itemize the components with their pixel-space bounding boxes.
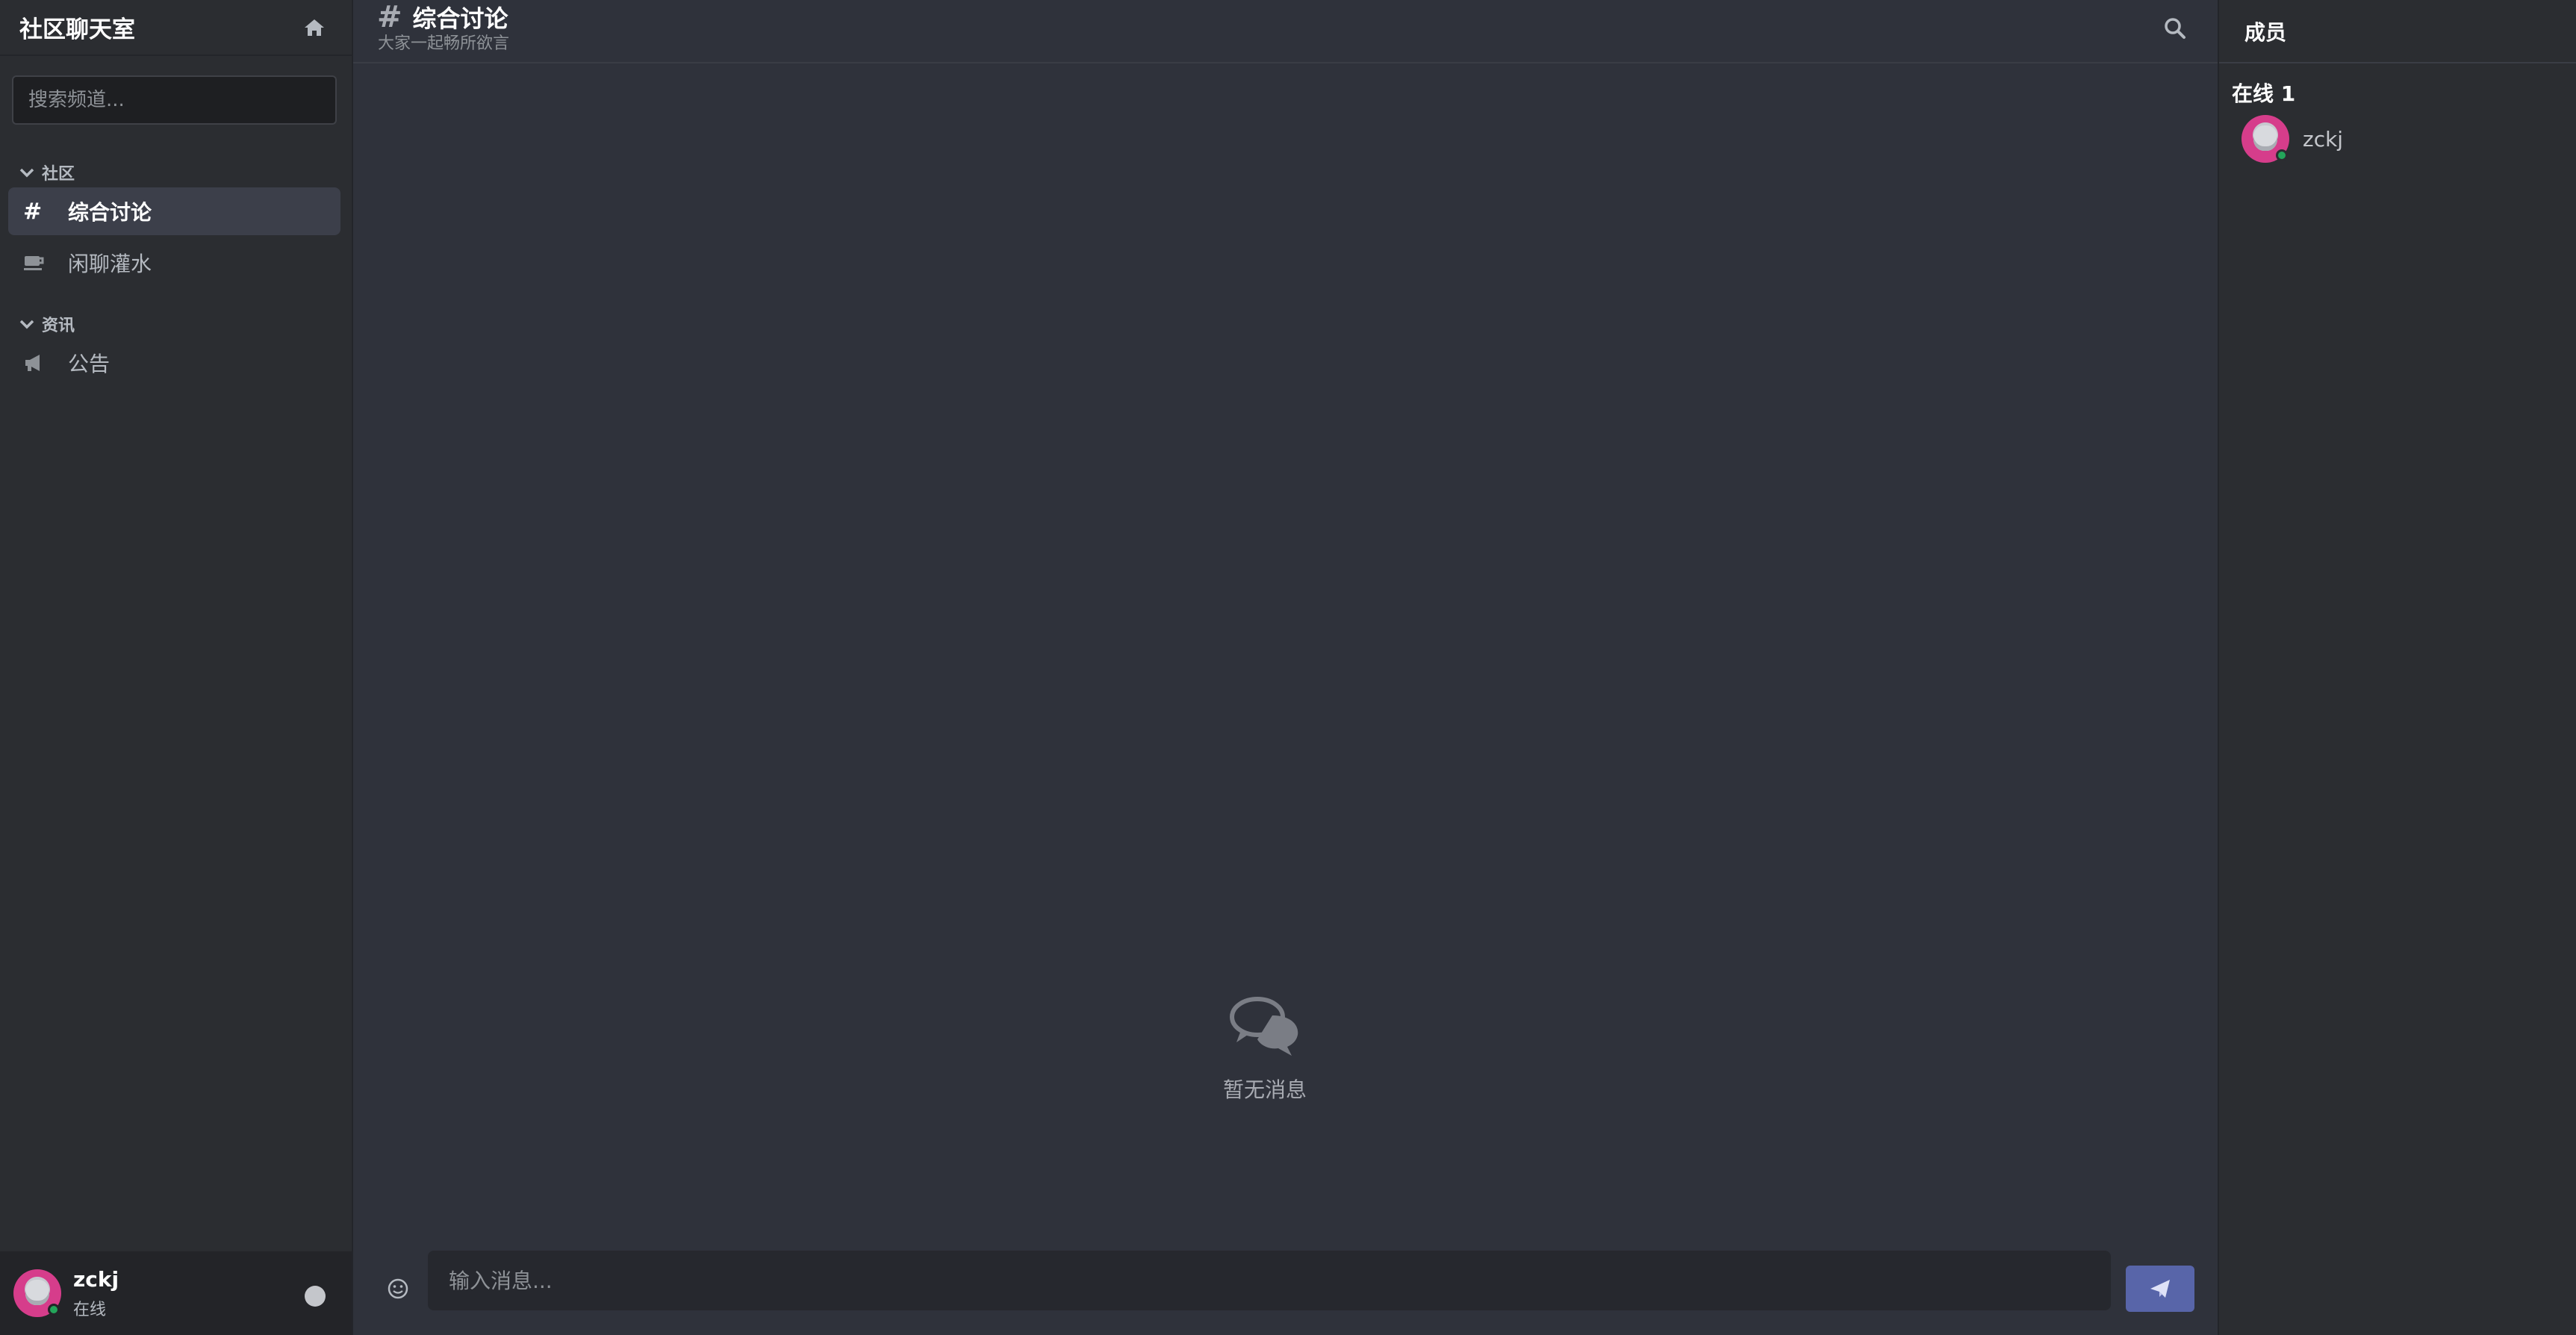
category-community[interactable]: 社区	[19, 161, 75, 184]
channel-item-general[interactable]: # 综合讨论	[8, 187, 340, 235]
paper-plane-icon	[2150, 1280, 2170, 1298]
megaphone-icon	[23, 348, 56, 378]
channel-subtitle: 大家一起畅所欲言	[378, 34, 510, 53]
member-item[interactable]: zckj	[2241, 115, 2343, 163]
channel-item-chat[interactable]: 闲聊灌水	[8, 239, 340, 287]
coffee-icon	[23, 248, 56, 278]
smile-icon[interactable]	[383, 1274, 413, 1304]
user-status: 在线	[73, 1300, 107, 1319]
online-status-dot	[48, 1304, 60, 1316]
online-status-dot	[2276, 149, 2288, 161]
empty-text: 暂无消息	[1222, 1077, 1307, 1102]
status-toggle-button[interactable]	[305, 1286, 326, 1307]
home-icon[interactable]	[301, 14, 328, 41]
member-name: zckj	[2303, 126, 2344, 152]
avatar	[2241, 115, 2289, 163]
app-title: 社区聊天室	[19, 16, 135, 43]
user-panel: zckj 在线	[0, 1251, 352, 1335]
message-composer	[353, 1247, 2218, 1335]
category-label: 社区	[42, 165, 75, 184]
members-title: 成员	[2219, 0, 2576, 63]
sidebar-header: 社区聊天室	[0, 0, 352, 56]
message-input-wrap[interactable]	[428, 1251, 2111, 1310]
send-button[interactable]	[2126, 1266, 2194, 1312]
members-panel: 成员 在线 1 zckj	[2218, 0, 2576, 1335]
channel-item-announcements[interactable]: 公告	[8, 339, 340, 387]
chat-bubbles-icon	[1163, 993, 1366, 1065]
category-news[interactable]: 资讯	[19, 312, 75, 336]
channel-header: # 综合讨论 大家一起畅所欲言	[353, 0, 2218, 63]
category-label: 资讯	[42, 317, 75, 335]
channel-sidebar: 社区聊天室 社区 # 综合讨论	[0, 0, 353, 1335]
channel-label: 闲聊灌水	[68, 252, 152, 276]
empty-state: 暂无消息	[1163, 993, 1366, 1104]
chat-main: # 综合讨论 大家一起畅所欲言 暂无消息	[353, 0, 2218, 1335]
chevron-down-icon	[19, 164, 36, 181]
online-count-label: 在线 1	[2232, 81, 2296, 106]
channel-search-input[interactable]	[13, 77, 335, 123]
chevron-down-icon	[19, 316, 36, 332]
user-info: zckj 在线	[73, 1267, 119, 1320]
channel-search[interactable]	[12, 75, 337, 125]
hash-icon: #	[23, 198, 43, 225]
search-icon[interactable]	[2160, 13, 2190, 43]
message-input[interactable]	[428, 1251, 2111, 1310]
chat-app: 社区聊天室 社区 # 综合讨论	[0, 0, 2576, 1335]
channel-label: 综合讨论	[68, 200, 152, 225]
channel-label: 公告	[68, 352, 111, 376]
avatar[interactable]	[13, 1269, 61, 1317]
user-name: zckj	[73, 1266, 119, 1292]
